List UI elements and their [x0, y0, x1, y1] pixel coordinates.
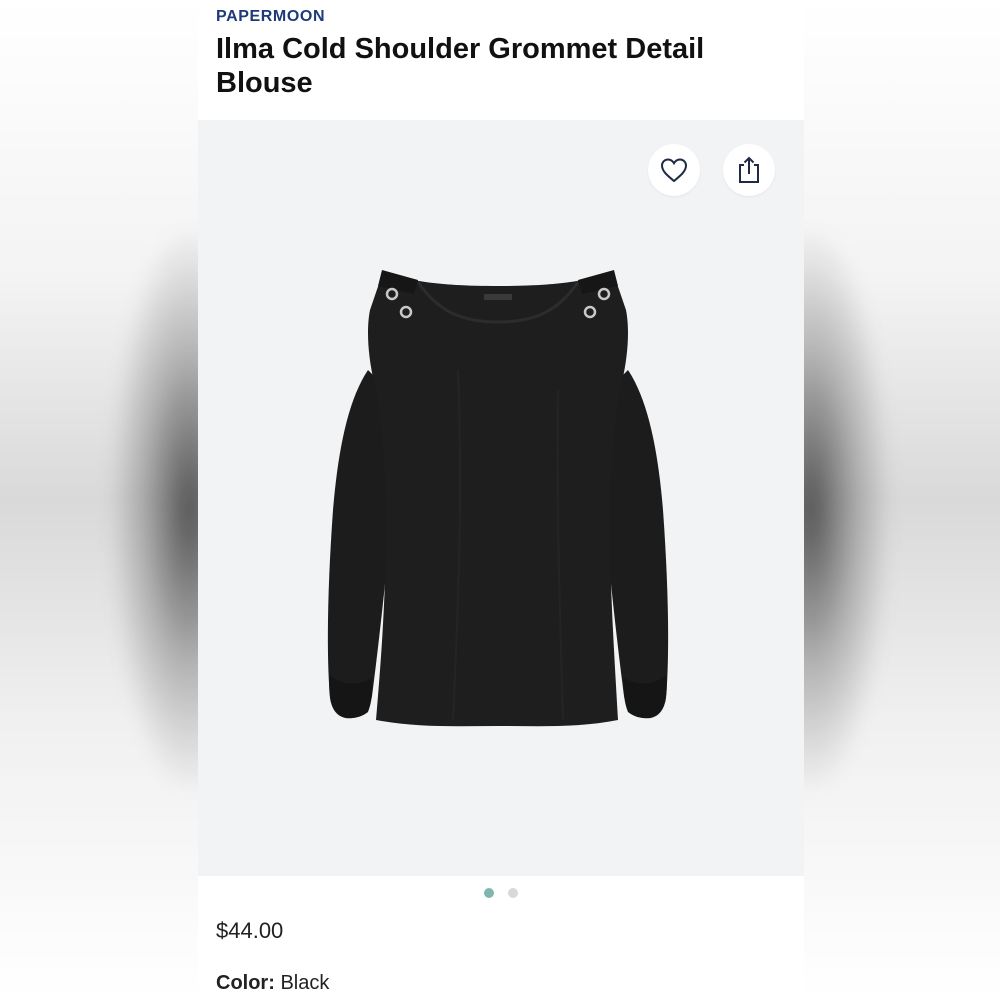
share-icon — [739, 156, 759, 183]
color-value: Black — [280, 972, 330, 994]
carousel-dot-active[interactable] — [484, 888, 494, 898]
favorite-button[interactable] — [648, 144, 700, 196]
heart-icon — [660, 158, 688, 183]
product-color: Color: Black — [216, 972, 329, 995]
product-image-blouse — [327, 270, 669, 727]
product-image-carousel[interactable] — [198, 120, 804, 876]
product-price: $44.00 — [216, 918, 284, 943]
share-button[interactable] — [723, 144, 775, 196]
blurred-side-background-left — [0, 0, 270, 1000]
brand-name[interactable]: PAPERMOON — [216, 8, 325, 26]
blurred-side-background-right — [730, 0, 1000, 1000]
carousel-dot[interactable] — [508, 888, 518, 898]
color-label: Color: — [216, 972, 275, 994]
carousel-pagination — [198, 888, 804, 900]
product-title: Ilma Cold Shoulder Grommet Detail Blouse — [216, 33, 705, 99]
product-detail-screen: PAPERMOON Ilma Cold Shoulder Grommet Det… — [198, 0, 804, 1000]
